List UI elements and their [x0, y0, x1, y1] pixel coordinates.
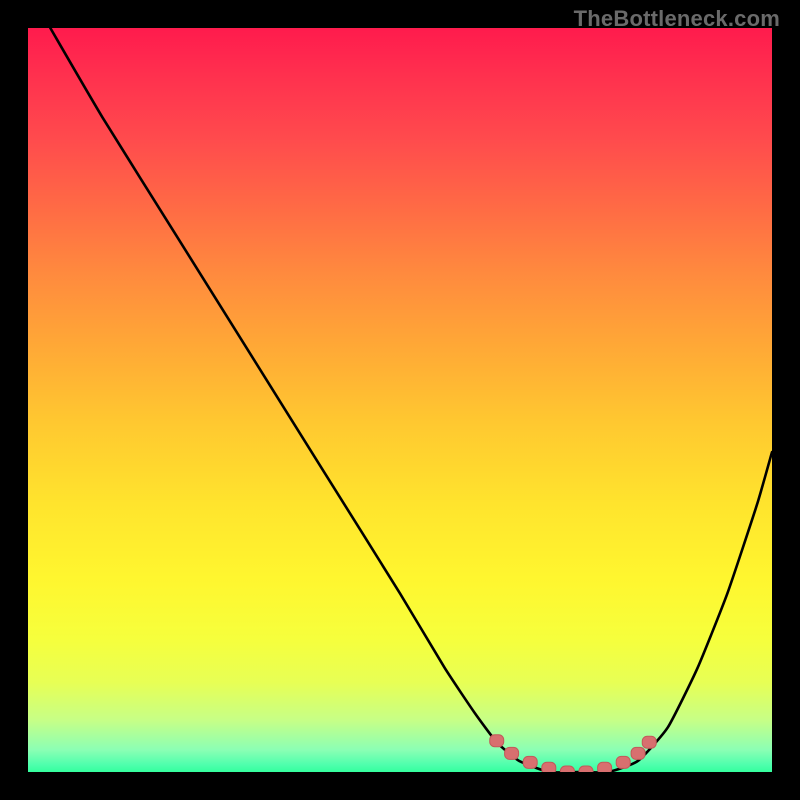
- watermark-text: TheBottleneck.com: [574, 6, 780, 32]
- optimal-marker: [598, 762, 612, 772]
- optimal-marker: [490, 735, 504, 747]
- optimal-marker: [523, 756, 537, 768]
- optimal-range-markers: [490, 735, 657, 772]
- bottleneck-curve: [50, 28, 772, 772]
- optimal-marker: [560, 766, 574, 772]
- optimal-marker: [642, 736, 656, 748]
- optimal-marker: [579, 766, 593, 772]
- optimal-marker: [542, 762, 556, 772]
- optimal-marker: [631, 747, 645, 759]
- optimal-marker: [505, 747, 519, 759]
- chart-svg: [28, 28, 772, 772]
- optimal-marker: [616, 756, 630, 768]
